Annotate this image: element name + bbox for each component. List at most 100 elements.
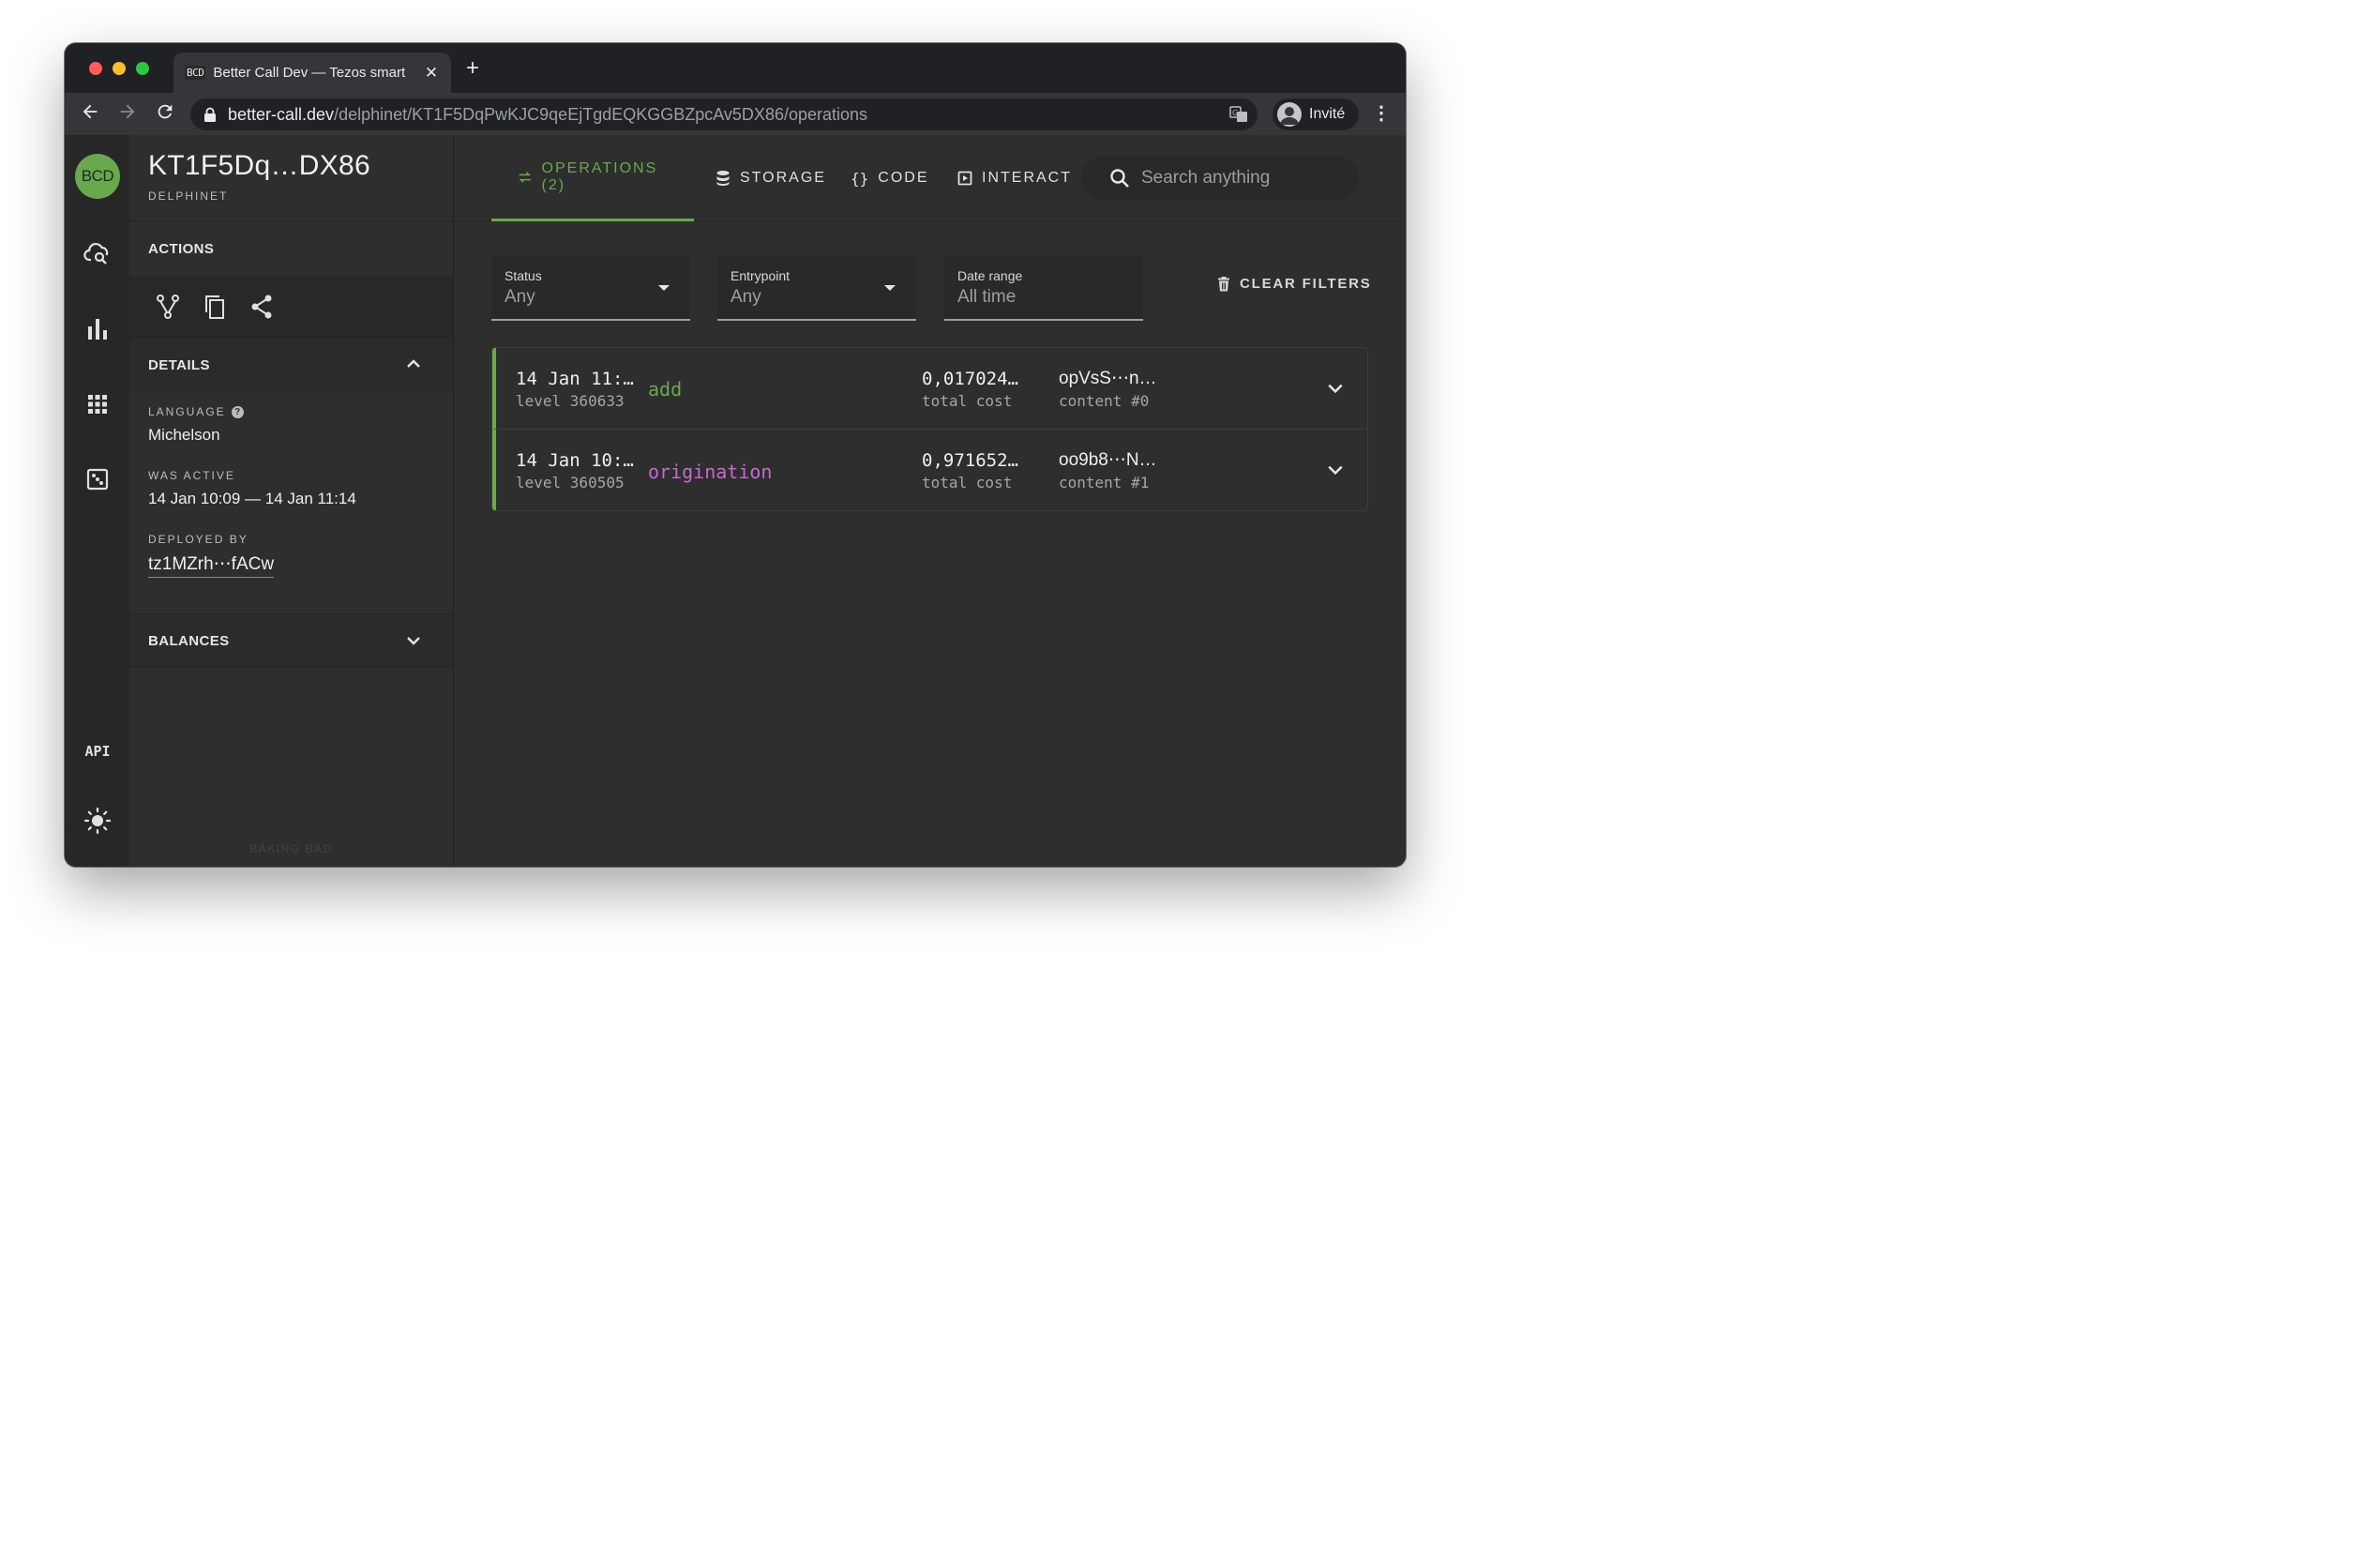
deployer-address-link[interactable]: tz1MZrh⋯fACw [148,553,275,578]
status-filter-label: Status [505,268,542,283]
translate-icon[interactable]: G [1229,105,1248,124]
arrow-right-icon [120,104,135,119]
play-box-icon [957,171,972,186]
url-path: /delphinet/KT1F5DqPwKJC9qeEjTgdEQKGGBZpc… [334,104,868,124]
tab-operations[interactable]: OPERATIONS (2) [491,135,694,221]
apps-grid-icon[interactable] [83,390,112,418]
balances-header[interactable]: BALANCES [129,613,453,668]
fork-icon[interactable] [156,294,180,320]
operation-hash[interactable]: oo9b8⋯N… [1059,449,1157,471]
tab-strip: BCD Better Call Dev — Tezos smart ✕ + [65,43,1406,93]
reload-button[interactable] [153,101,177,126]
lock-icon [204,107,216,122]
operation-cost-label: total cost [922,474,1013,491]
was-active-label: WAS ACTIVE [148,469,235,482]
close-window-button[interactable] [89,62,102,75]
dice-icon[interactable] [83,465,112,493]
actions-header: ACTIONS [129,221,453,276]
balances-label: BALANCES [148,632,230,649]
tab-code-label: CODE [878,170,929,186]
minimize-window-button[interactable] [113,62,126,75]
contract-tabs: OPERATIONS (2) STORAGE {} CODE INTERACT … [455,135,1406,221]
operation-cost-label: total cost [922,392,1013,410]
tab-interact[interactable]: INTERACT [931,135,1098,221]
tab-storage-label: STORAGE [740,170,826,186]
operation-cost: 0,017024… [922,369,1018,389]
operation-entrypoint: add [648,378,683,401]
contract-sidebar: KT1F5Dq…DX86 DELPHINET ACTIONS DETAILS L… [129,135,454,867]
caret-down-icon [884,285,896,291]
deployed-by-label: DEPLOYED BY [148,533,249,546]
contract-title[interactable]: KT1F5Dq…DX86 [148,150,453,182]
main-panel: OPERATIONS (2) STORAGE {} CODE INTERACT … [455,135,1406,867]
details-header[interactable]: DETAILS [129,338,453,392]
operation-row[interactable]: 14 Jan 10:… level 360505 origination 0,9… [492,429,1367,510]
search-input[interactable]: Search anything [1081,156,1359,201]
chevron-down-icon[interactable] [406,633,421,648]
api-icon[interactable]: API [79,743,116,760]
cloud-search-icon[interactable] [83,240,112,268]
details-panel: LANGUAGE ? Michelson WAS ACTIVE 14 Jan 1… [129,392,453,613]
back-button[interactable] [78,101,102,126]
caret-down-icon [658,285,670,291]
help-icon[interactable]: ? [231,405,244,418]
profile-avatar-icon [1277,102,1302,127]
date-range-filter-label: Date range [957,268,1023,283]
chevron-down-icon[interactable] [1327,461,1344,478]
operation-entrypoint: origination [648,461,773,483]
language-value: Michelson [148,426,220,444]
operation-level: level 360505 [516,474,625,491]
status-filter-value: Any [505,287,535,307]
operation-content: content #1 [1059,474,1150,491]
entrypoint-filter[interactable]: Entrypoint Any [717,255,916,321]
tab-operations-label: OPERATIONS (2) [541,159,658,193]
status-filter[interactable]: Status Any [491,255,690,321]
database-icon [716,171,730,186]
operation-content: content #0 [1059,392,1150,410]
profile-button[interactable]: Invité [1273,98,1359,130]
search-placeholder: Search anything [1141,168,1271,188]
actions-toolbar [129,276,453,338]
url-host: better-call.dev [228,104,335,124]
operations-list: 14 Jan 11:… level 360633 add 0,017024… t… [491,347,1368,511]
chevron-down-icon[interactable] [1327,380,1344,397]
share-icon[interactable] [249,294,274,320]
maximize-window-button[interactable] [136,62,149,75]
entrypoint-filter-label: Entrypoint [731,268,791,283]
details-label: DETAILS [148,356,210,373]
language-label-text: LANGUAGE [148,405,226,418]
favicon-icon: BCD [185,66,206,80]
tab-interact-label: INTERACT [982,170,1072,186]
forward-button[interactable] [115,101,140,126]
operation-hash[interactable]: opVsS⋯n… [1059,368,1157,389]
bcd-logo[interactable]: BCD [75,154,120,199]
browser-window: BCD Better Call Dev — Tezos smart ✕ + be… [65,43,1406,867]
copy-icon[interactable] [203,294,227,320]
operation-time: 14 Jan 10:… [516,450,634,471]
close-tab-icon[interactable]: ✕ [423,64,440,83]
nav-rail: BCD API [65,135,129,867]
trash-icon [1218,276,1229,291]
operation-time: 14 Jan 11:… [516,369,634,389]
operation-row[interactable]: 14 Jan 11:… level 360633 add 0,017024… t… [492,348,1367,429]
svg-text:G: G [1232,109,1238,117]
browser-tab[interactable]: BCD Better Call Dev — Tezos smart ✕ [173,53,451,93]
braces-icon: {} [851,169,869,188]
app: BCD API KT1F5Dq…DX86 DELPHINET ACTIONS D… [65,135,1406,867]
clear-filters-button[interactable]: CLEAR FILTERS [1217,276,1372,292]
footer-brand[interactable]: BAKING BAD [129,842,453,855]
chevron-up-icon[interactable] [406,356,421,371]
date-range-filter[interactable]: Date range All time [944,255,1143,321]
was-active-value: 14 Jan 10:09 — 14 Jan 11:14 [148,490,356,507]
bar-chart-icon[interactable] [83,315,112,343]
language-label: LANGUAGE ? [148,405,434,418]
browser-menu-icon[interactable]: ⋮ [1372,102,1391,125]
arrow-left-icon [83,104,98,119]
operation-cost: 0,971652… [922,450,1018,471]
address-bar[interactable]: better-call.dev/delphinet/KT1F5DqPwKJC9q… [190,98,1258,130]
reload-icon [158,104,173,119]
new-tab-button[interactable]: + [466,57,479,80]
operation-level: level 360633 [516,392,625,410]
date-range-filter-value: All time [957,287,1017,307]
theme-sun-icon[interactable] [83,807,112,835]
